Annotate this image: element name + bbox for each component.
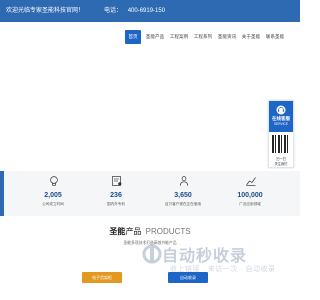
lightbulb-icon xyxy=(50,176,58,186)
products-title-cn: 圣能 xyxy=(109,227,126,236)
stat-label: 百万客户现在正在使用 xyxy=(165,202,201,206)
products-title-cn-light: 产品 xyxy=(125,227,142,236)
stat-label: 广泛应用领域 xyxy=(239,202,261,206)
top-bar: 欢迎光临专家圣能科技官网！ 电话： 400-6919-150 xyxy=(0,0,300,22)
nav-item-series[interactable]: 工程系列 xyxy=(193,30,213,44)
stat-value: 3,650 xyxy=(174,192,192,199)
stats-strip: 2,005 公司成立时间 236 国内外专利 3,650 百万客户现在正在使用 … xyxy=(0,171,300,216)
stat-item-patents: 236 国内外专利 xyxy=(83,171,149,216)
main-nav: 首页 圣能产品 工程案例 工程系列 圣能资讯 关于圣能 联系圣能 xyxy=(0,22,300,53)
hero-banner xyxy=(0,52,300,169)
stat-label: 国内外专利 xyxy=(107,202,125,206)
products-section: 圣能产品 PRODUCTS 圣能多项技术打造高效节能产品 电子货架柜 自动收录 xyxy=(0,216,300,300)
products-description: 圣能多项技术打造高效节能产品 xyxy=(123,241,177,245)
qr-code xyxy=(272,135,290,153)
stat-value: 2,005 xyxy=(44,192,62,199)
stat-item-customers: 3,650 百万客户现在正在使用 xyxy=(150,171,216,216)
phone-info: 电话： 400-6919-150 xyxy=(104,0,165,22)
nav-item-home[interactable]: 首页 xyxy=(125,30,141,44)
nav-item-cases[interactable]: 工程案例 xyxy=(169,30,189,44)
stats-accent-bar xyxy=(0,171,4,216)
certificate-icon xyxy=(112,176,122,186)
online-service-button[interactable]: 在线客服 SERVICE xyxy=(269,101,293,132)
stat-value: 100,000 xyxy=(237,192,263,199)
products-title: 圣能产品 PRODUCTS xyxy=(0,226,300,237)
phone-number[interactable]: 400-6919-150 xyxy=(128,8,165,14)
nav-item-news[interactable]: 圣能资讯 xyxy=(217,30,237,44)
headset-icon xyxy=(276,105,286,115)
people-icon xyxy=(179,176,189,186)
stat-item-applications: 100,000 广泛应用领域 xyxy=(217,171,283,216)
stat-label: 公司成立时间 xyxy=(42,202,64,206)
nav-item-contact[interactable]: 联系圣能 xyxy=(265,30,285,44)
nav-item-about[interactable]: 关于圣能 xyxy=(241,30,261,44)
product-button-auto[interactable]: 自动收录 xyxy=(168,272,208,283)
stat-item-founded: 2,005 公司成立时间 xyxy=(20,171,86,216)
phone-label: 电话： xyxy=(104,8,123,14)
stat-value: 236 xyxy=(110,192,122,199)
product-button-shelf[interactable]: 电子货架柜 xyxy=(82,272,122,283)
chart-icon xyxy=(246,177,256,186)
products-title-en: PRODUCTS xyxy=(145,227,191,236)
qr-label-follow: 关注我们 xyxy=(274,162,288,166)
nav-item-products[interactable]: 圣能产品 xyxy=(145,30,165,44)
welcome-text: 欢迎光临专家圣能科技官网！ xyxy=(6,8,85,14)
service-subtitle: SERVICE xyxy=(274,122,288,126)
floating-service-panel: 在线客服 SERVICE 扫一扫 关注我们 xyxy=(268,100,294,168)
